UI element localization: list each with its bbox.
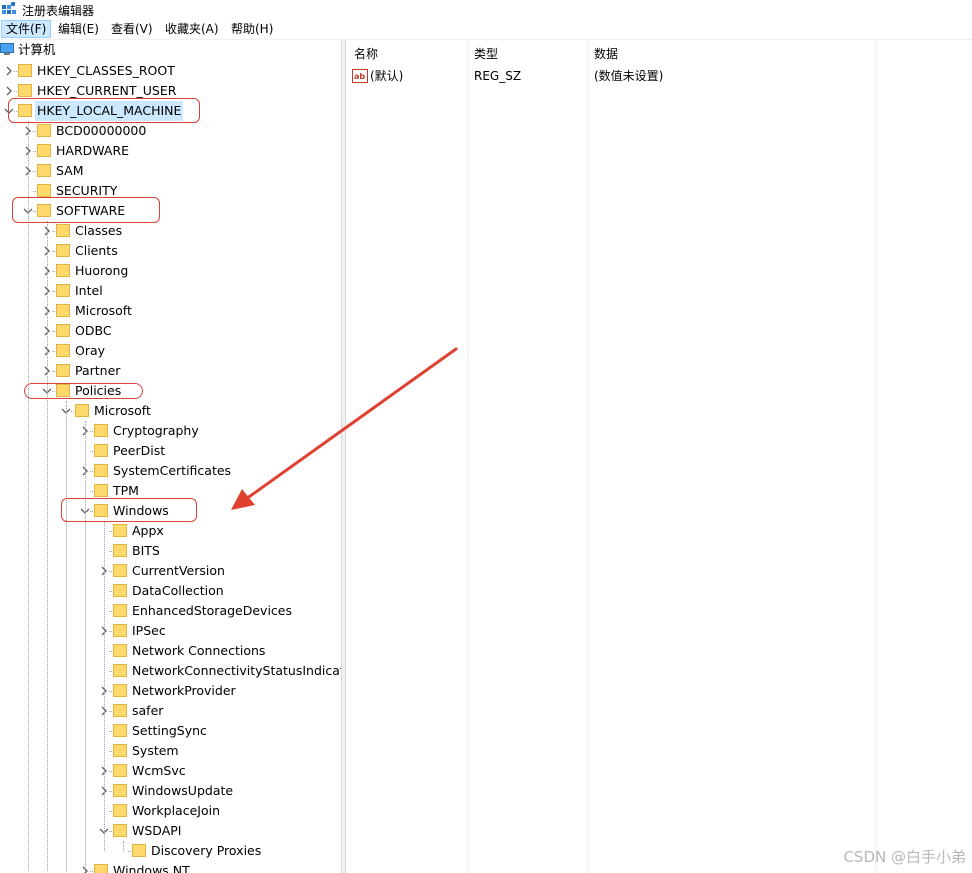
watermark: CSDN @白手小弟 bbox=[843, 848, 966, 866]
annotation-arrow bbox=[231, 347, 458, 510]
